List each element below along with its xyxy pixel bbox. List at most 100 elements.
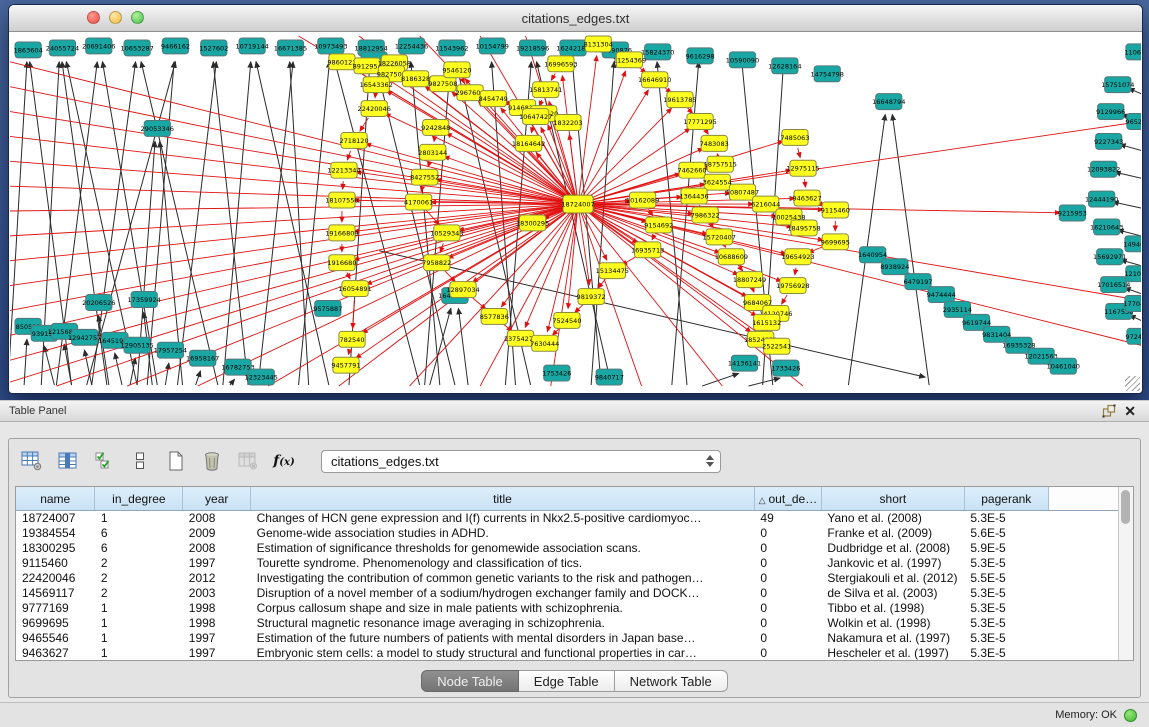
network-node-label: 10653287 (120, 44, 153, 52)
column-header-in_degree[interactable]: in_degree (95, 487, 183, 511)
network-canvas-container: 1863604240557242069140610653287946616215… (10, 32, 1141, 392)
table-cell-filler (1048, 526, 1118, 541)
table-cell: 0 (754, 601, 821, 616)
network-canvas[interactable]: 1863604240557242069140610653287946616215… (10, 32, 1141, 392)
network-node-label: 12897034 (446, 286, 479, 294)
table-row[interactable]: 969969511998Structural magnetic resonanc… (16, 616, 1118, 631)
table-row[interactable]: 911546021997Tourette syndrome. Phenomeno… (16, 556, 1118, 571)
table-row[interactable]: 1830029562008Estimation of significance … (16, 541, 1118, 556)
network-node-label: 7986322 (691, 212, 720, 220)
network-node-label: 6216044 (751, 201, 780, 209)
network-node-label: 16543362 (360, 81, 393, 89)
network-node-label: 9227343 (1094, 138, 1123, 146)
table-cell: Corpus callosum shape and size in male p… (251, 601, 755, 616)
network-node-label: 7483083 (700, 140, 729, 148)
window-resize-grip[interactable] (1125, 376, 1140, 391)
network-edge (115, 353, 122, 385)
status-bar: Memory: OK (0, 702, 1149, 727)
network-node-label: 1733426 (771, 365, 800, 373)
close-window-icon[interactable] (87, 11, 100, 24)
table-cell: 5.3E-5 (964, 601, 1048, 616)
table-scrollbar-thumb[interactable] (1121, 490, 1130, 524)
network-node-label: 9457791 (331, 362, 360, 370)
network-node-label: 20206526 (82, 299, 115, 307)
table-cell: 5.3E-5 (964, 646, 1048, 661)
table-cell: 5.6E-5 (964, 526, 1048, 541)
delete-column-icon[interactable] (199, 448, 225, 474)
network-node-label: 7630444 (530, 340, 559, 348)
table-panel-header: Table Panel ✕ (0, 400, 1149, 422)
table-header-row[interactable]: namein_degreeyeartitle△out_de…shortpager… (16, 487, 1118, 511)
network-node-label: 17359924 (128, 296, 161, 304)
network-node-label: 7485063 (780, 134, 809, 142)
network-node-label: 9242848 (421, 124, 450, 132)
network-node-label: 18300295 (516, 219, 549, 227)
table-cell: Changes of HCN gene expression and I(f) … (251, 511, 755, 527)
table-row[interactable]: 1456911722003Disruption of a novel membe… (16, 586, 1118, 601)
table-cell: Investigating the contribution of common… (251, 571, 755, 586)
network-edge (578, 71, 625, 204)
table-selector-dropdown[interactable]: citations_edges.txt (321, 450, 721, 473)
show-columns-icon[interactable] (55, 448, 81, 474)
column-header-title[interactable]: title (251, 487, 755, 511)
table-cell: Disruption of a novel member of a sodium… (251, 586, 755, 601)
network-edge (471, 297, 486, 309)
network-node-label: 6479197 (903, 278, 932, 286)
network-edge (98, 315, 109, 385)
table-cell: 6 (95, 526, 183, 541)
table-row[interactable]: 1938455462009Genome-wide association stu… (16, 526, 1118, 541)
table-cell: 18300295 (16, 541, 95, 556)
network-node-label: 9115460 (821, 207, 850, 215)
toggle-rows-icon[interactable] (127, 448, 153, 474)
network-node-label: 16996593 (544, 60, 577, 68)
network-node-label: 1210055 (1124, 270, 1141, 278)
table-cell: 5.3E-5 (964, 616, 1048, 631)
zoom-window-icon[interactable] (131, 11, 144, 24)
network-node-label: 9616298 (686, 52, 715, 60)
table-cell: 14569117 (16, 586, 95, 601)
table-cell: 1997 (183, 631, 251, 646)
network-node-label: 20691406 (82, 42, 115, 50)
column-header-pagerank[interactable]: pagerank (964, 487, 1048, 511)
table-cell: 5.3E-5 (964, 586, 1048, 601)
table-cell: 18724007 (16, 511, 95, 527)
create-column-icon[interactable] (163, 448, 189, 474)
table-row[interactable]: 946554611997Estimation of the future num… (16, 631, 1118, 646)
network-edge (258, 62, 293, 385)
network-node-label: 9827508 (428, 80, 457, 88)
network-node-label: 29053346 (141, 125, 174, 133)
close-icon[interactable]: ✕ (1120, 404, 1140, 418)
network-node-label: 9546120 (442, 66, 471, 74)
float-window-icon[interactable] (1098, 404, 1120, 418)
network-edge (141, 62, 218, 385)
network-edge (458, 308, 468, 385)
table-cell: Jankovic et al. (1997) (821, 556, 964, 571)
table-cell-filler (1048, 616, 1118, 631)
tab-edge-table[interactable]: Edge Table (519, 670, 615, 692)
table-row[interactable]: 1872400712008Changes of HCN gene express… (16, 511, 1118, 527)
tab-network-table[interactable]: Network Table (615, 670, 728, 692)
network-node-label: 19613785 (663, 96, 696, 104)
column-header-short[interactable]: short (821, 487, 964, 511)
table-row[interactable]: 977716911998Corpus callosum shape and si… (16, 601, 1118, 616)
select-mode-icon[interactable] (91, 448, 117, 474)
network-node-label: 16646910 (638, 76, 671, 84)
column-header-out_de[interactable]: △out_de… (754, 487, 821, 511)
network-node-label: 16935713 (631, 246, 664, 254)
network-node-label: 1364436 (679, 193, 708, 201)
network-edge (348, 350, 349, 355)
network-edge (725, 246, 726, 247)
column-header-name[interactable]: name (16, 487, 95, 511)
network-node-label: 9463627 (792, 195, 821, 203)
table-scrollbar[interactable] (1118, 487, 1133, 660)
network-view-window[interactable]: citations_edges.txt 18636042405572420691… (8, 4, 1143, 394)
table-cell: 0 (754, 631, 821, 646)
column-header-year[interactable]: year (183, 487, 251, 511)
network-window-titlebar[interactable]: citations_edges.txt (9, 5, 1142, 32)
tab-node-table[interactable]: Node Table (421, 670, 519, 692)
table-row[interactable]: 2242004622012Investigating the contribut… (16, 571, 1118, 586)
minimize-window-icon[interactable] (109, 11, 122, 24)
function-builder-icon[interactable]: f(x) (271, 448, 297, 474)
table-mode-icon[interactable] (19, 448, 45, 474)
table-row[interactable]: 946362711997Embryonic stem cells: a mode… (16, 646, 1118, 661)
